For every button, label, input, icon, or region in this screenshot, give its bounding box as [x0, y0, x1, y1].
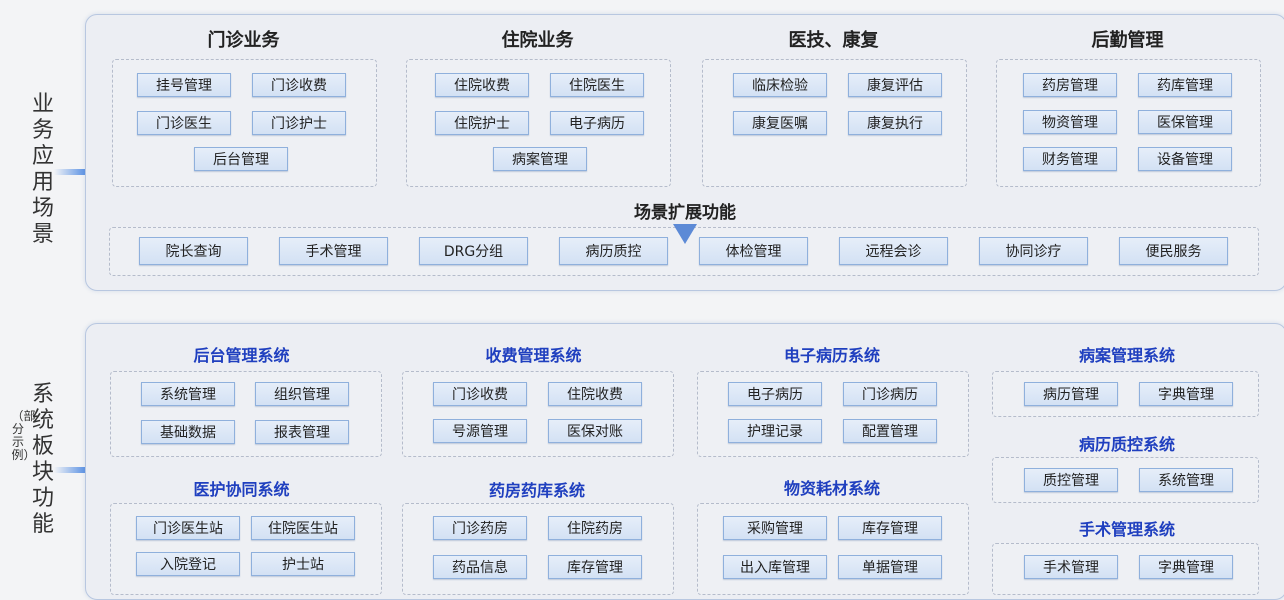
chip-backend[interactable]: 后台管理 [194, 147, 288, 171]
chip-outpatient-doctor[interactable]: 门诊医生 [137, 111, 231, 135]
chip-pharmacy[interactable]: 药房管理 [1023, 73, 1117, 97]
label-char: 功 [31, 486, 54, 511]
chip-insurance-reconcile[interactable]: 医保对账 [548, 419, 642, 443]
chip-remote-consult[interactable]: 远程会诊 [839, 237, 948, 265]
chip-inpatient-station[interactable]: 住院医生站 [251, 516, 355, 540]
chip-inpatient-doctor[interactable]: 住院医生 [550, 73, 644, 97]
label-char: 景 [31, 222, 54, 247]
chip-config-mgmt[interactable]: 配置管理 [843, 419, 937, 443]
chip-inpatient-fee[interactable]: 住院收费 [435, 73, 529, 97]
chip-qc-system-mgmt[interactable]: 系统管理 [1139, 468, 1233, 492]
chip-base-data[interactable]: 基础数据 [141, 420, 235, 444]
label-char: 务 [31, 118, 54, 143]
chip-in-out-stock[interactable]: 出入库管理 [723, 555, 827, 579]
sys-title-emr: 电子病历系统 [783, 346, 880, 365]
sys-title-pharmacy: 药房药库系统 [488, 481, 585, 500]
chip-ip-pharmacy[interactable]: 住院药房 [548, 516, 642, 540]
chip-drug-info[interactable]: 药品信息 [433, 555, 527, 579]
system-module-sublabel: （部分示例） [9, 409, 36, 462]
chip-insurance[interactable]: 医保管理 [1138, 110, 1232, 134]
chip-outpatient-station[interactable]: 门诊医生站 [136, 516, 240, 540]
chip-registration[interactable]: 挂号管理 [137, 73, 231, 97]
chip-inpatient-nurse[interactable]: 住院护士 [435, 111, 529, 135]
chip-convenience[interactable]: 便民服务 [1119, 237, 1228, 265]
sys-title-qc: 病历质控系统 [1078, 435, 1175, 454]
sublabel-text: （部分示例） [11, 409, 36, 462]
group-title-medtech-rehab: 医技、康复 [788, 30, 879, 51]
chip-stock-mgmt[interactable]: 库存管理 [548, 555, 642, 579]
sys-title-surgery: 手术管理系统 [1078, 520, 1175, 539]
chip-emr-record[interactable]: 电子病历 [728, 382, 822, 406]
label-char: 业 [31, 92, 54, 117]
chip-clinical-lab[interactable]: 临床检验 [733, 73, 827, 97]
chip-director-query[interactable]: 院长查询 [139, 237, 248, 265]
chip-outpatient-record[interactable]: 门诊病历 [843, 382, 937, 406]
chip-physical-exam[interactable]: 体检管理 [699, 237, 808, 265]
chip-record-qc[interactable]: 病历质控 [559, 237, 668, 265]
sys-title-case: 病案管理系统 [1078, 346, 1175, 365]
label-char: 能 [31, 512, 54, 537]
extension-pointer-icon [673, 224, 697, 244]
chip-record-mgmt[interactable]: 病历管理 [1024, 382, 1118, 406]
extension-title: 场景扩展功能 [634, 203, 736, 223]
chip-drug-store[interactable]: 药库管理 [1138, 73, 1232, 97]
group-title-inpatient: 住院业务 [501, 30, 574, 51]
chip-system-mgmt[interactable]: 系统管理 [141, 382, 235, 406]
sys-title-materials: 物资耗材系统 [783, 479, 880, 498]
chip-rehab-order[interactable]: 康复医嘱 [733, 111, 827, 135]
chip-equipment[interactable]: 设备管理 [1138, 147, 1232, 171]
sys-title-collab: 医护协同系统 [193, 480, 290, 499]
chip-documents[interactable]: 单据管理 [838, 555, 942, 579]
chip-admission[interactable]: 入院登记 [136, 552, 240, 576]
chip-nursing-record[interactable]: 护理记录 [728, 419, 822, 443]
chip-org-mgmt[interactable]: 组织管理 [255, 382, 349, 406]
chip-drg[interactable]: DRG分组 [419, 237, 528, 265]
chip-surgery[interactable]: 手术管理 [1024, 555, 1118, 579]
chip-outpatient-fee[interactable]: 门诊收费 [252, 73, 346, 97]
chip-rehab-assessment[interactable]: 康复评估 [848, 73, 942, 97]
chip-bill-inpatient[interactable]: 住院收费 [548, 382, 642, 406]
chip-dict-mgmt[interactable]: 字典管理 [1139, 382, 1233, 406]
chip-finance[interactable]: 财务管理 [1023, 147, 1117, 171]
chip-surgery-dict[interactable]: 字典管理 [1139, 555, 1233, 579]
chip-report-mgmt[interactable]: 报表管理 [255, 420, 349, 444]
group-title-logistics: 后勤管理 [1091, 30, 1164, 51]
chip-op-pharmacy[interactable]: 门诊药房 [433, 516, 527, 540]
chip-rehab-execution[interactable]: 康复执行 [848, 111, 942, 135]
sys-title-billing: 收费管理系统 [485, 346, 582, 365]
chip-procurement[interactable]: 采购管理 [723, 516, 827, 540]
chip-qc-mgmt[interactable]: 质控管理 [1024, 468, 1118, 492]
chip-bill-outpatient[interactable]: 门诊收费 [433, 382, 527, 406]
chip-materials[interactable]: 物资管理 [1023, 110, 1117, 134]
label-char: 场 [31, 196, 54, 221]
chip-emr[interactable]: 电子病历 [550, 111, 644, 135]
chip-collab-care[interactable]: 协同诊疗 [979, 237, 1088, 265]
chip-inventory[interactable]: 库存管理 [838, 516, 942, 540]
sys-title-backend: 后台管理系统 [193, 346, 290, 365]
chip-nurse-station[interactable]: 护士站 [251, 552, 355, 576]
label-char: 系 [31, 382, 54, 407]
chip-case-management[interactable]: 病案管理 [493, 147, 587, 171]
chip-number-source[interactable]: 号源管理 [433, 419, 527, 443]
chip-outpatient-nurse[interactable]: 门诊护士 [252, 111, 346, 135]
group-title-outpatient: 门诊业务 [207, 30, 280, 51]
chip-surgery-mgmt[interactable]: 手术管理 [279, 237, 388, 265]
